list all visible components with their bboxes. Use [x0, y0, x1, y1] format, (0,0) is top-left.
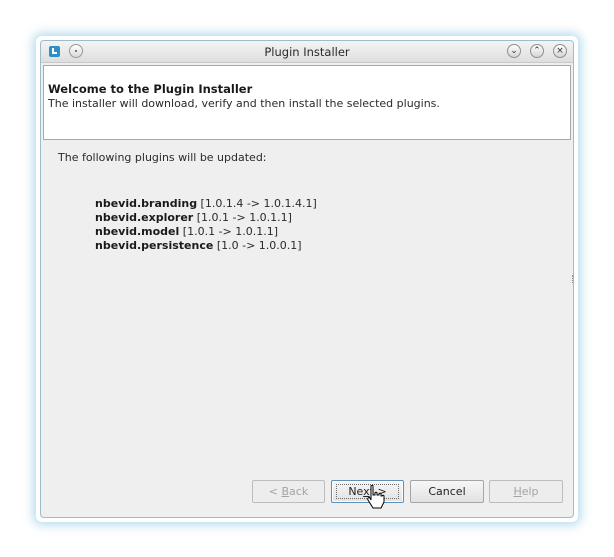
list-item: nbevid.persistence [1.0 -> 1.0.0.1]	[95, 239, 317, 253]
plugin-name: nbevid.model	[95, 225, 180, 238]
maximize-icon[interactable]: ⌃	[530, 44, 544, 58]
plugin-name: nbevid.persistence	[95, 239, 214, 252]
plugin-installer-window: Plugin Installer ⌄ ⌃ × Welcome to the Pl…	[40, 40, 574, 518]
plugin-name: nbevid.explorer	[95, 211, 194, 224]
back-button-prefix: <	[268, 485, 282, 498]
back-button-rest: ack	[289, 485, 309, 498]
intro-text: The following plugins will be updated:	[58, 151, 267, 164]
help-button-mnemonic: H	[513, 485, 522, 498]
list-item: nbevid.branding [1.0.1.4 -> 1.0.1.4.1]	[95, 197, 317, 211]
plugin-name: nbevid.branding	[95, 197, 198, 210]
list-item: nbevid.model [1.0.1 -> 1.0.1.1]	[95, 225, 317, 239]
plugin-versions: [1.0.1 -> 1.0.1.1]	[193, 211, 292, 224]
plugin-list: nbevid.branding [1.0.1.4 -> 1.0.1.4.1] n…	[95, 197, 317, 253]
help-button-rest: elp	[521, 485, 539, 498]
resize-grip[interactable]	[572, 275, 573, 283]
minimize-icon[interactable]: ⌄	[507, 44, 521, 58]
pointer-cursor-icon	[367, 485, 385, 509]
help-button[interactable]: Help	[489, 480, 563, 503]
list-item: nbevid.explorer [1.0.1 -> 1.0.1.1]	[95, 211, 317, 225]
plugin-versions: [1.0 -> 1.0.0.1]	[213, 239, 302, 252]
title-bar[interactable]: Plugin Installer ⌄ ⌃ ×	[41, 41, 573, 63]
wizard-header: Welcome to the Plugin Installer The inst…	[43, 65, 571, 140]
close-icon[interactable]: ×	[553, 44, 567, 58]
back-button-mnemonic: B	[281, 485, 290, 498]
plugin-versions: [1.0.1.4 -> 1.0.1.4.1]	[197, 197, 317, 210]
header-title: Welcome to the Plugin Installer	[48, 82, 253, 96]
cancel-button[interactable]: Cancel	[410, 480, 484, 503]
plugin-versions: [1.0.1 -> 1.0.1.1]	[179, 225, 279, 238]
back-button[interactable]: < Back	[252, 480, 325, 503]
window-title: Plugin Installer	[264, 45, 350, 59]
header-description: The installer will download, verify and …	[48, 97, 440, 110]
